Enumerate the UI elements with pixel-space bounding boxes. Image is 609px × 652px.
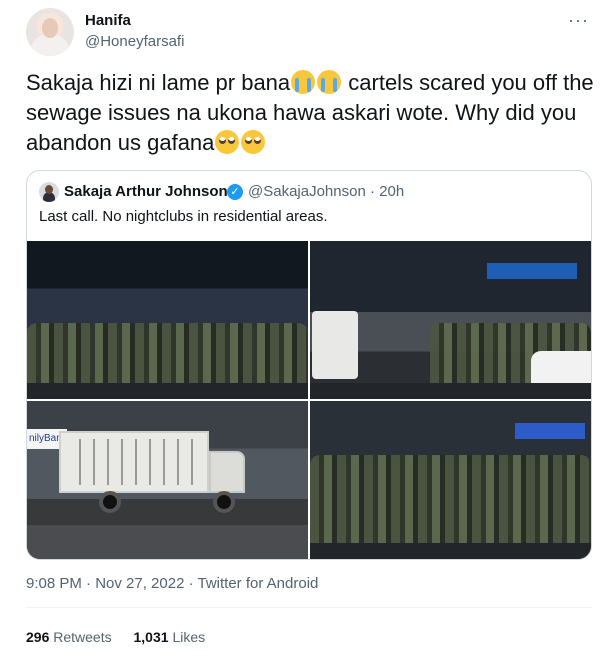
tweet-text: Sakaja hizi ni lame pr bana cartels scar… — [26, 68, 594, 158]
likes-label: Likes — [172, 629, 206, 645]
wheel-shape — [99, 491, 121, 513]
ground-shape — [310, 383, 591, 399]
avatar-face — [42, 18, 58, 38]
ground-shape — [27, 383, 308, 399]
sign-shape — [515, 423, 585, 439]
ground-shape — [27, 525, 308, 559]
truck-cargo-shape — [59, 431, 209, 493]
author-avatar[interactable] — [26, 8, 74, 56]
retweets-count: 296 — [26, 629, 50, 645]
quoted-author-name[interactable]: Sakaja Arthur Johnson — [64, 183, 228, 200]
van-shape — [312, 311, 358, 379]
tweet-text-part-1: Sakaja hizi ni lame pr bana — [26, 70, 291, 95]
verified-badge-icon: ✓ — [227, 184, 243, 200]
wheel-shape — [213, 491, 235, 513]
photo-2[interactable] — [310, 241, 591, 399]
quoted-tweet-card[interactable]: Sakaja Arthur Johnson ✓ @SakajaJohnson ·… — [26, 170, 592, 560]
sign-shape — [487, 263, 577, 279]
face-with-rolling-eyes-icon — [215, 130, 240, 154]
retweets-stat[interactable]: 296 Retweets — [26, 629, 112, 645]
photo-grid: nilyBank — [27, 241, 591, 559]
likes-count: 1,031 — [133, 629, 169, 645]
truck-cab-shape — [209, 451, 245, 493]
author-handle[interactable]: @Honeyfarsafi — [85, 33, 184, 50]
crowd-shape — [27, 323, 308, 385]
quoted-tweet-text: Last call. No nightclubs in residential … — [39, 208, 328, 225]
author-name[interactable]: Hanifa — [85, 12, 131, 29]
quoted-author-avatar[interactable] — [39, 182, 59, 202]
quoted-author-handle[interactable]: @SakajaJohnson · 20h — [248, 183, 404, 200]
retweets-label: Retweets — [53, 629, 112, 645]
crowd-shape — [310, 455, 591, 545]
car-shape — [531, 351, 591, 387]
likes-stat[interactable]: 1,031 Likes — [134, 629, 206, 645]
tweet-timestamp[interactable]: 9:08 PM · Nov 27, 2022 · Twitter for And… — [26, 575, 318, 592]
divider — [26, 607, 592, 608]
photo-1[interactable] — [27, 241, 308, 399]
more-options-icon[interactable]: ··· — [568, 10, 589, 31]
engagement-stats: 296 Retweets 1,031 Likes — [26, 629, 223, 645]
loudly-crying-face-icon — [291, 70, 316, 94]
photo-4[interactable] — [310, 401, 591, 559]
photo-3[interactable]: nilyBank — [27, 401, 308, 559]
loudly-crying-face-icon — [317, 70, 342, 94]
face-with-rolling-eyes-icon — [241, 130, 266, 154]
ground-shape — [310, 543, 591, 559]
